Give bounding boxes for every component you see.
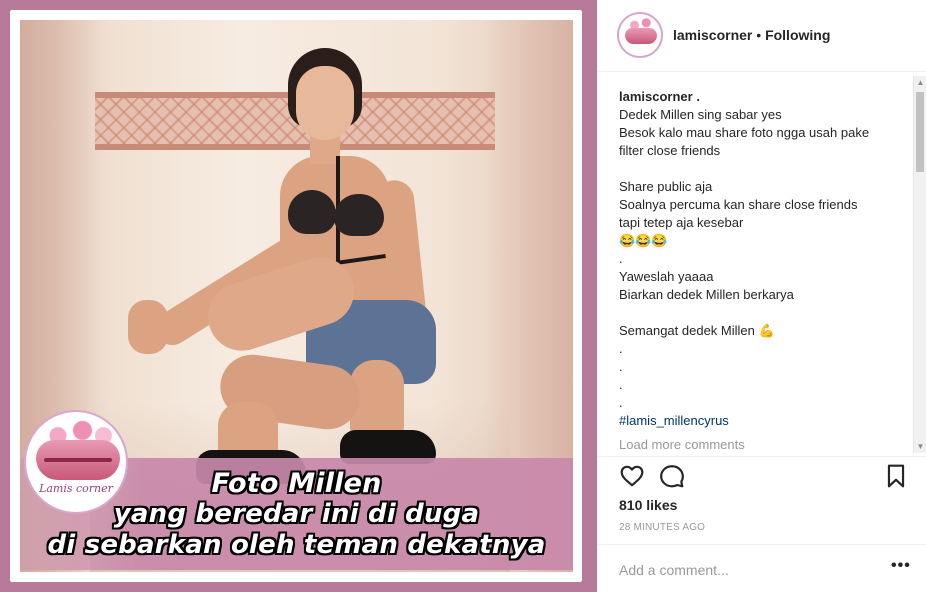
heart-icon[interactable] [619, 463, 645, 489]
action-bar [597, 456, 926, 500]
caption-line: 😂😂😂 [619, 233, 668, 248]
post-timestamp[interactable]: 28 MINUTES AGO [619, 522, 705, 533]
post-caption: lamiscorner . Dedek Millen sing sabar ye… [619, 88, 904, 430]
like-count[interactable]: 810 likes [619, 497, 677, 513]
lips-icon [36, 440, 120, 480]
caption-line: . [619, 395, 623, 410]
post-header: lamiscorner • Following [597, 0, 926, 72]
photo-subject [110, 30, 450, 500]
comment-icon[interactable] [659, 463, 685, 489]
post-sidebar: lamiscorner • Following lamiscorner . De… [597, 0, 926, 592]
caption-line: Soalnya percuma kan share close friends [619, 197, 858, 212]
caption-line: . [619, 341, 623, 356]
following-button[interactable]: Following [765, 27, 830, 43]
caption-line [619, 304, 904, 322]
header-separator: • [756, 27, 762, 43]
caption-line: tapi tetep aja kesebar [619, 215, 744, 230]
scroll-down-arrow-icon[interactable]: ▼ [914, 440, 926, 453]
caption-line: Yaweslah yaaaa [619, 269, 714, 284]
hashtag-link[interactable]: #lamis_millencyrus [619, 412, 904, 430]
post-media: Foto Millen yang beredar ini di duga di … [0, 0, 597, 592]
add-comment-input[interactable] [619, 561, 869, 579]
caption-line: Semangat dedek Millen 💪 [619, 323, 775, 338]
more-options-icon[interactable]: ••• [891, 557, 911, 575]
lips-icon [625, 28, 657, 44]
caption-line [619, 160, 904, 178]
caption-line-3: di sebarkan oleh teman dekatnya [47, 530, 546, 560]
header-username[interactable]: lamiscorner [673, 27, 752, 43]
caption-line: Besok kalo mau share foto ngga usah pake [619, 125, 870, 140]
caption-username[interactable]: lamiscorner . [619, 88, 904, 106]
watermark-name: Lamis corner [39, 482, 113, 495]
caption-line: Dedek Millen sing sabar yes [619, 107, 782, 122]
caption-line: . [619, 359, 623, 374]
comments-scrollbar[interactable]: ▲ ▼ [913, 76, 926, 453]
scroll-up-arrow-icon[interactable]: ▲ [914, 76, 926, 89]
bookmark-icon[interactable] [883, 463, 909, 489]
avatar[interactable] [617, 12, 663, 58]
comments-panel[interactable]: lamiscorner . Dedek Millen sing sabar ye… [597, 73, 926, 456]
caption-line: . [619, 377, 623, 392]
watermark-logo: Lamis corner [24, 410, 128, 514]
caption-line: Share public aja [619, 179, 713, 194]
caption-line: filter close friends [619, 143, 721, 158]
load-more-comments-link[interactable]: Load more comments [619, 437, 745, 452]
caption-line: Biarkan dedek Millen berkarya [619, 287, 794, 302]
caption-line: . [619, 251, 623, 266]
add-comment-bar: ••• [597, 544, 926, 592]
scrollbar-thumb[interactable] [916, 92, 924, 172]
